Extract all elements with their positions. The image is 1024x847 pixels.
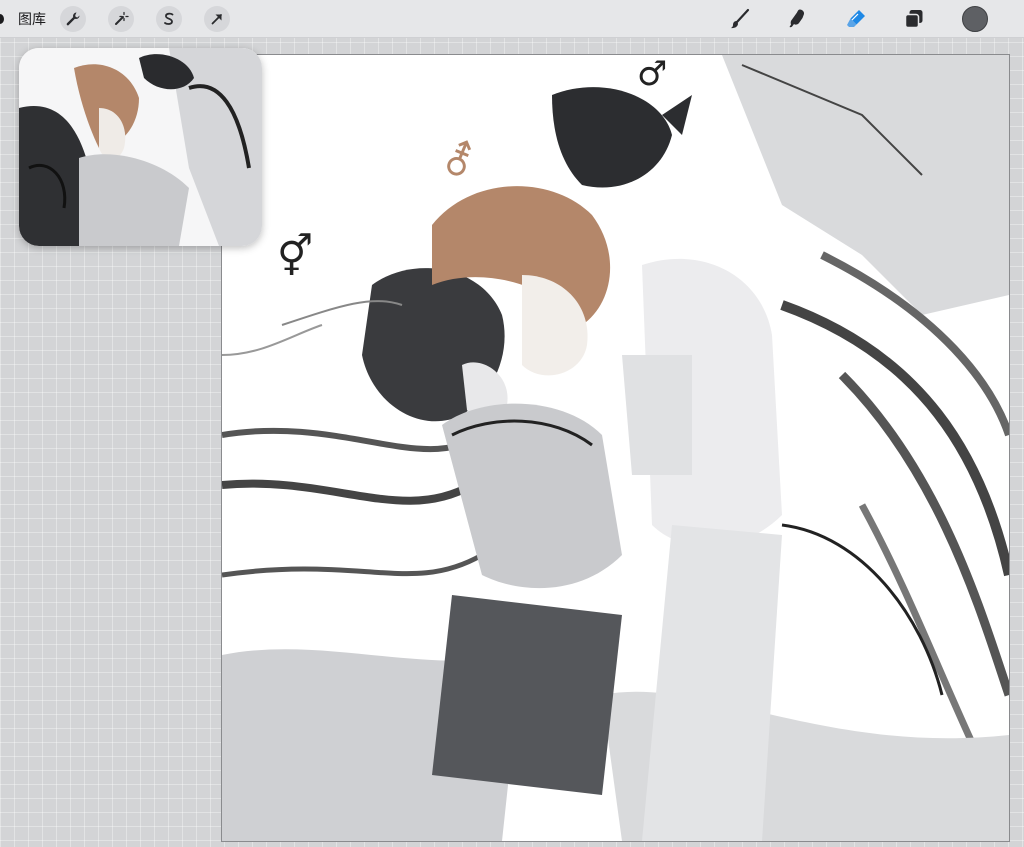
magic-wand-icon [115, 11, 129, 25]
transform-button[interactable] [204, 5, 230, 32]
adjustments-button[interactable] [108, 5, 134, 32]
svg-text:⚦: ⚦ [442, 139, 476, 185]
layers-button[interactable] [900, 5, 928, 33]
svg-text:♂: ♂ [637, 55, 667, 94]
arrow-cursor-icon [211, 13, 222, 24]
reference-window[interactable] [19, 48, 262, 246]
artwork-illustration: ⚦ ♂ ⚥ [222, 55, 1009, 841]
reference-image [19, 48, 262, 246]
svg-text:⚥: ⚥ [277, 233, 313, 280]
brush-tool-button[interactable] [726, 5, 754, 33]
layers-icon [904, 10, 923, 29]
wrench-icon [66, 12, 80, 25]
color-picker-button[interactable] [962, 6, 988, 32]
smudge-finger-icon [789, 9, 805, 28]
actions-button[interactable] [60, 5, 86, 32]
gallery-button[interactable]: 图库 [18, 9, 46, 29]
smudge-tool-button[interactable] [784, 5, 812, 33]
brush-icon [731, 8, 750, 29]
selection-s-icon [164, 12, 174, 25]
eraser-icon [847, 10, 865, 27]
top-toolbar: 图库 [0, 0, 1024, 38]
drawing-canvas[interactable]: ⚦ ♂ ⚥ [221, 54, 1010, 842]
selection-button[interactable] [156, 5, 182, 32]
eraser-tool-button[interactable] [842, 5, 870, 33]
